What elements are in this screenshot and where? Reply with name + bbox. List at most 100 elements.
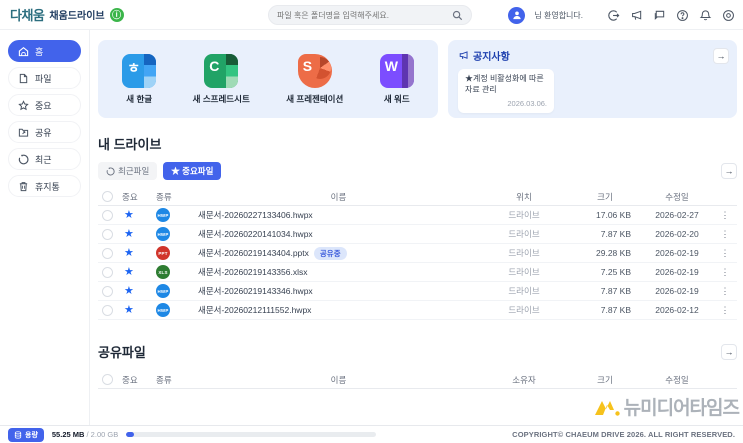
- row-checkbox[interactable]: [102, 305, 113, 316]
- footer-bar: 용량 55.25 MB / 2.00 GB COPYRIGHT© CHAEUM …: [0, 425, 743, 443]
- xls-file-icon: XLS: [156, 265, 170, 279]
- select-all-checkbox[interactable]: [102, 191, 113, 202]
- sidebar-item-label: 공유: [35, 126, 52, 139]
- file-location: 드라이브: [479, 304, 569, 316]
- sidebar-item-recent[interactable]: 최근: [8, 148, 81, 170]
- file-size: 7.87 KB: [569, 305, 641, 315]
- sidebar-item-label: 휴지통: [35, 180, 60, 193]
- important-files-filter-button[interactable]: ★ 중요파일: [163, 162, 221, 180]
- table-row[interactable]: ★ XLS 새문서-20260219143356.xlsx 드라이브 7.25 …: [98, 263, 737, 282]
- shared-files-more-button[interactable]: →: [721, 344, 737, 360]
- file-name: 새문서-20260220141034.hwpx: [198, 228, 313, 240]
- my-drive-more-button[interactable]: →: [721, 163, 737, 179]
- notice-panel: 공지사항 → ★계정 비활성화에 따른 자료 관리 2026.03.06.: [448, 40, 737, 118]
- file-modified: 2026-02-19: [641, 286, 713, 296]
- sidebar-item-shared[interactable]: 공유: [8, 121, 81, 143]
- sidebar-item-files[interactable]: 파일: [8, 67, 81, 89]
- table-header-row: 중요 종류 이름 소유자 크기 수정일: [98, 371, 737, 389]
- new-hangul-button[interactable]: ㅎ 새 한글: [122, 54, 156, 105]
- star-icon: [18, 100, 29, 111]
- hwp-file-icon: HWP: [156, 284, 170, 298]
- row-menu-button[interactable]: ⋮: [713, 248, 737, 259]
- announcement-icon[interactable]: [629, 8, 643, 22]
- file-name: 새문서-20260219143356.xlsx: [198, 266, 307, 278]
- storage-progress-bar: [126, 432, 376, 437]
- col-location: 위치: [479, 191, 569, 203]
- hangul-icon: ㅎ: [122, 54, 156, 88]
- star-icon[interactable]: ★: [122, 229, 156, 240]
- new-word-button[interactable]: W 새 워드: [380, 54, 414, 105]
- notice-item[interactable]: ★계정 비활성화에 따른 자료 관리 2026.03.06.: [458, 69, 554, 113]
- file-location: 드라이브: [479, 209, 569, 221]
- settings-icon[interactable]: [721, 8, 735, 22]
- storage-button[interactable]: 용량: [8, 428, 44, 442]
- new-word-label: 새 워드: [384, 93, 410, 105]
- file-name: 새문서-20260219143404.pptx: [198, 247, 309, 259]
- notice-more-button[interactable]: →: [713, 48, 729, 64]
- logo[interactable]: 다채움 채움드라이브 ⓘ: [10, 5, 124, 24]
- row-checkbox[interactable]: [102, 229, 113, 240]
- col-type: 종류: [156, 191, 198, 203]
- storage-progress-fill: [126, 432, 134, 437]
- hwp-file-icon: HWP: [156, 303, 170, 317]
- row-checkbox[interactable]: [102, 248, 113, 259]
- new-hangul-label: 새 한글: [126, 93, 152, 105]
- row-checkbox[interactable]: [102, 210, 113, 221]
- row-checkbox[interactable]: [102, 286, 113, 297]
- recent-icon: [18, 154, 29, 165]
- new-spreadsheet-button[interactable]: C 새 스프레드시트: [193, 54, 250, 105]
- main-content: ㅎ 새 한글 C 새 스프레드시트 S 새 프레젠테이션 W 새 워드 공지사항…: [90, 30, 743, 425]
- avatar[interactable]: [508, 7, 525, 24]
- star-icon[interactable]: ★: [122, 267, 156, 278]
- new-presentation-button[interactable]: S 새 프레젠테이션: [286, 54, 343, 105]
- word-icon: W: [380, 54, 414, 88]
- bell-icon[interactable]: [698, 8, 712, 22]
- col-name: 이름: [198, 374, 479, 386]
- col-owner: 소유자: [479, 374, 569, 386]
- file-modified: 2026-02-27: [641, 210, 713, 220]
- col-important: 중요: [122, 374, 156, 386]
- sidebar: 홈 파일 중요 공유 최근 휴지통: [0, 30, 90, 425]
- user-icon: [512, 10, 522, 20]
- help-icon[interactable]: [675, 8, 689, 22]
- row-menu-button[interactable]: ⋮: [713, 210, 737, 221]
- file-size: 17.06 KB: [569, 210, 641, 220]
- home-icon: [18, 46, 29, 57]
- table-row[interactable]: ★ HWP 새문서-20260220141034.hwpx 드라이브 7.87 …: [98, 225, 737, 244]
- select-all-checkbox[interactable]: [102, 374, 113, 385]
- sidebar-item-important[interactable]: 중요: [8, 94, 81, 116]
- star-icon[interactable]: ★: [122, 286, 156, 297]
- sidebar-item-label: 최근: [35, 153, 52, 166]
- table-header-row: 중요 종류 이름 위치 크기 수정일: [98, 188, 737, 206]
- trash-icon: [18, 181, 29, 192]
- search-bar[interactable]: [268, 5, 472, 25]
- row-menu-button[interactable]: ⋮: [713, 267, 737, 278]
- sidebar-item-trash[interactable]: 휴지통: [8, 175, 81, 197]
- table-row[interactable]: ★ PPT 새문서-20260219143404.pptx 공유중 드라이브 2…: [98, 244, 737, 263]
- file-name: 새문서-20260227133406.hwpx: [198, 209, 313, 221]
- file-location: 드라이브: [479, 247, 569, 259]
- sidebar-item-home[interactable]: 홈: [8, 40, 81, 62]
- row-menu-button[interactable]: ⋮: [713, 286, 737, 297]
- search-input[interactable]: [277, 11, 452, 20]
- star-icon[interactable]: ★: [122, 305, 156, 316]
- megaphone-icon: [458, 50, 469, 61]
- share-folder-icon: [18, 127, 29, 138]
- table-row[interactable]: ★ HWP 새문서-20260227133406.hwpx 드라이브 17.06…: [98, 206, 737, 225]
- quick-create-panel: ㅎ 새 한글 C 새 스프레드시트 S 새 프레젠테이션 W 새 워드: [98, 40, 438, 118]
- chat-icon[interactable]: [652, 8, 666, 22]
- file-location: 드라이브: [479, 228, 569, 240]
- table-row[interactable]: ★ HWP 새문서-20260212111552.hwpx 드라이브 7.87 …: [98, 301, 737, 320]
- welcome-text: 님 환영합니다.: [534, 10, 583, 21]
- col-size: 크기: [569, 374, 641, 386]
- logout-icon[interactable]: [606, 8, 620, 22]
- row-menu-button[interactable]: ⋮: [713, 305, 737, 316]
- star-icon[interactable]: ★: [122, 210, 156, 221]
- col-name: 이름: [198, 191, 479, 203]
- table-row[interactable]: ★ HWP 새문서-20260219143346.hwpx 드라이브 7.87 …: [98, 282, 737, 301]
- recent-files-filter-button[interactable]: 최근파일: [98, 162, 157, 180]
- star-icon[interactable]: ★: [122, 248, 156, 259]
- row-menu-button[interactable]: ⋮: [713, 229, 737, 240]
- row-checkbox[interactable]: [102, 267, 113, 278]
- ppt-file-icon: PPT: [156, 246, 170, 260]
